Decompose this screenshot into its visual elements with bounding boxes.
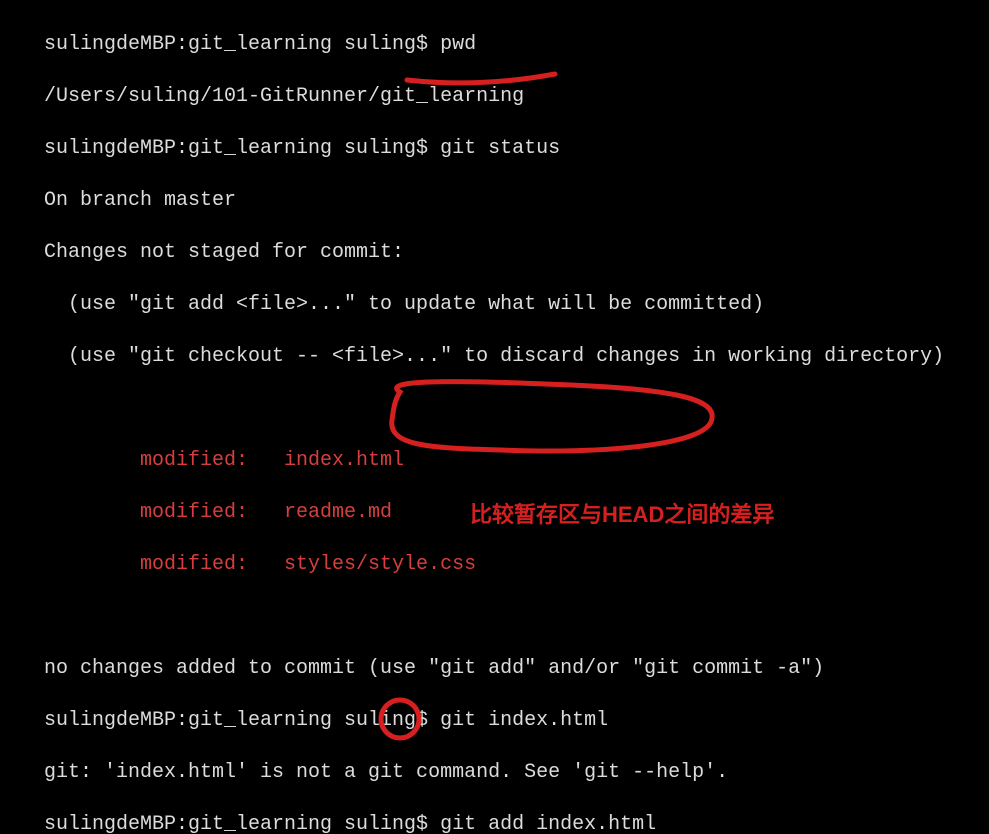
status-no-changes: no changes added to commit (use "git add… — [0, 656, 989, 682]
line-pwd: sulingdeMBP:git_learning suling$ pwd — [0, 32, 989, 58]
command-git-index: git index.html — [440, 709, 608, 732]
prompt: sulingdeMBP:git_learning suling$ — [44, 813, 440, 834]
command-git-status: git status — [440, 137, 560, 160]
command-git-add: git add index.html — [440, 813, 656, 834]
modified-index: modified: index.html — [0, 448, 989, 474]
underline-annotation-icon — [407, 74, 555, 83]
line-git-status: sulingdeMBP:git_learning suling$ git sta… — [0, 136, 989, 162]
line-git-index: sulingdeMBP:git_learning suling$ git ind… — [0, 708, 989, 734]
status-hint-checkout: (use "git checkout -- <file>..." to disc… — [0, 344, 989, 370]
error-git-index: git: 'index.html' is not a git command. … — [0, 760, 989, 786]
annotation-text: 比较暂存区与HEAD之间的差异 — [470, 502, 774, 528]
prompt: sulingdeMBP:git_learning suling$ — [44, 709, 440, 732]
command-pwd: pwd — [440, 33, 476, 56]
blank — [0, 396, 989, 422]
status-header: Changes not staged for commit: — [0, 240, 989, 266]
modified-styles: modified: styles/style.css — [0, 552, 989, 578]
output-pwd: /Users/suling/101-GitRunner/git_learning — [0, 84, 989, 110]
blank — [0, 604, 989, 630]
prompt: sulingdeMBP:git_learning suling$ — [44, 137, 440, 160]
status-hint-add: (use "git add <file>..." to update what … — [0, 292, 989, 318]
status-branch: On branch master — [0, 188, 989, 214]
terminal[interactable]: sulingdeMBP:git_learning suling$ pwd /Us… — [0, 0, 989, 834]
prompt: sulingdeMBP:git_learning suling$ — [44, 33, 440, 56]
line-git-add: sulingdeMBP:git_learning suling$ git add… — [0, 812, 989, 834]
